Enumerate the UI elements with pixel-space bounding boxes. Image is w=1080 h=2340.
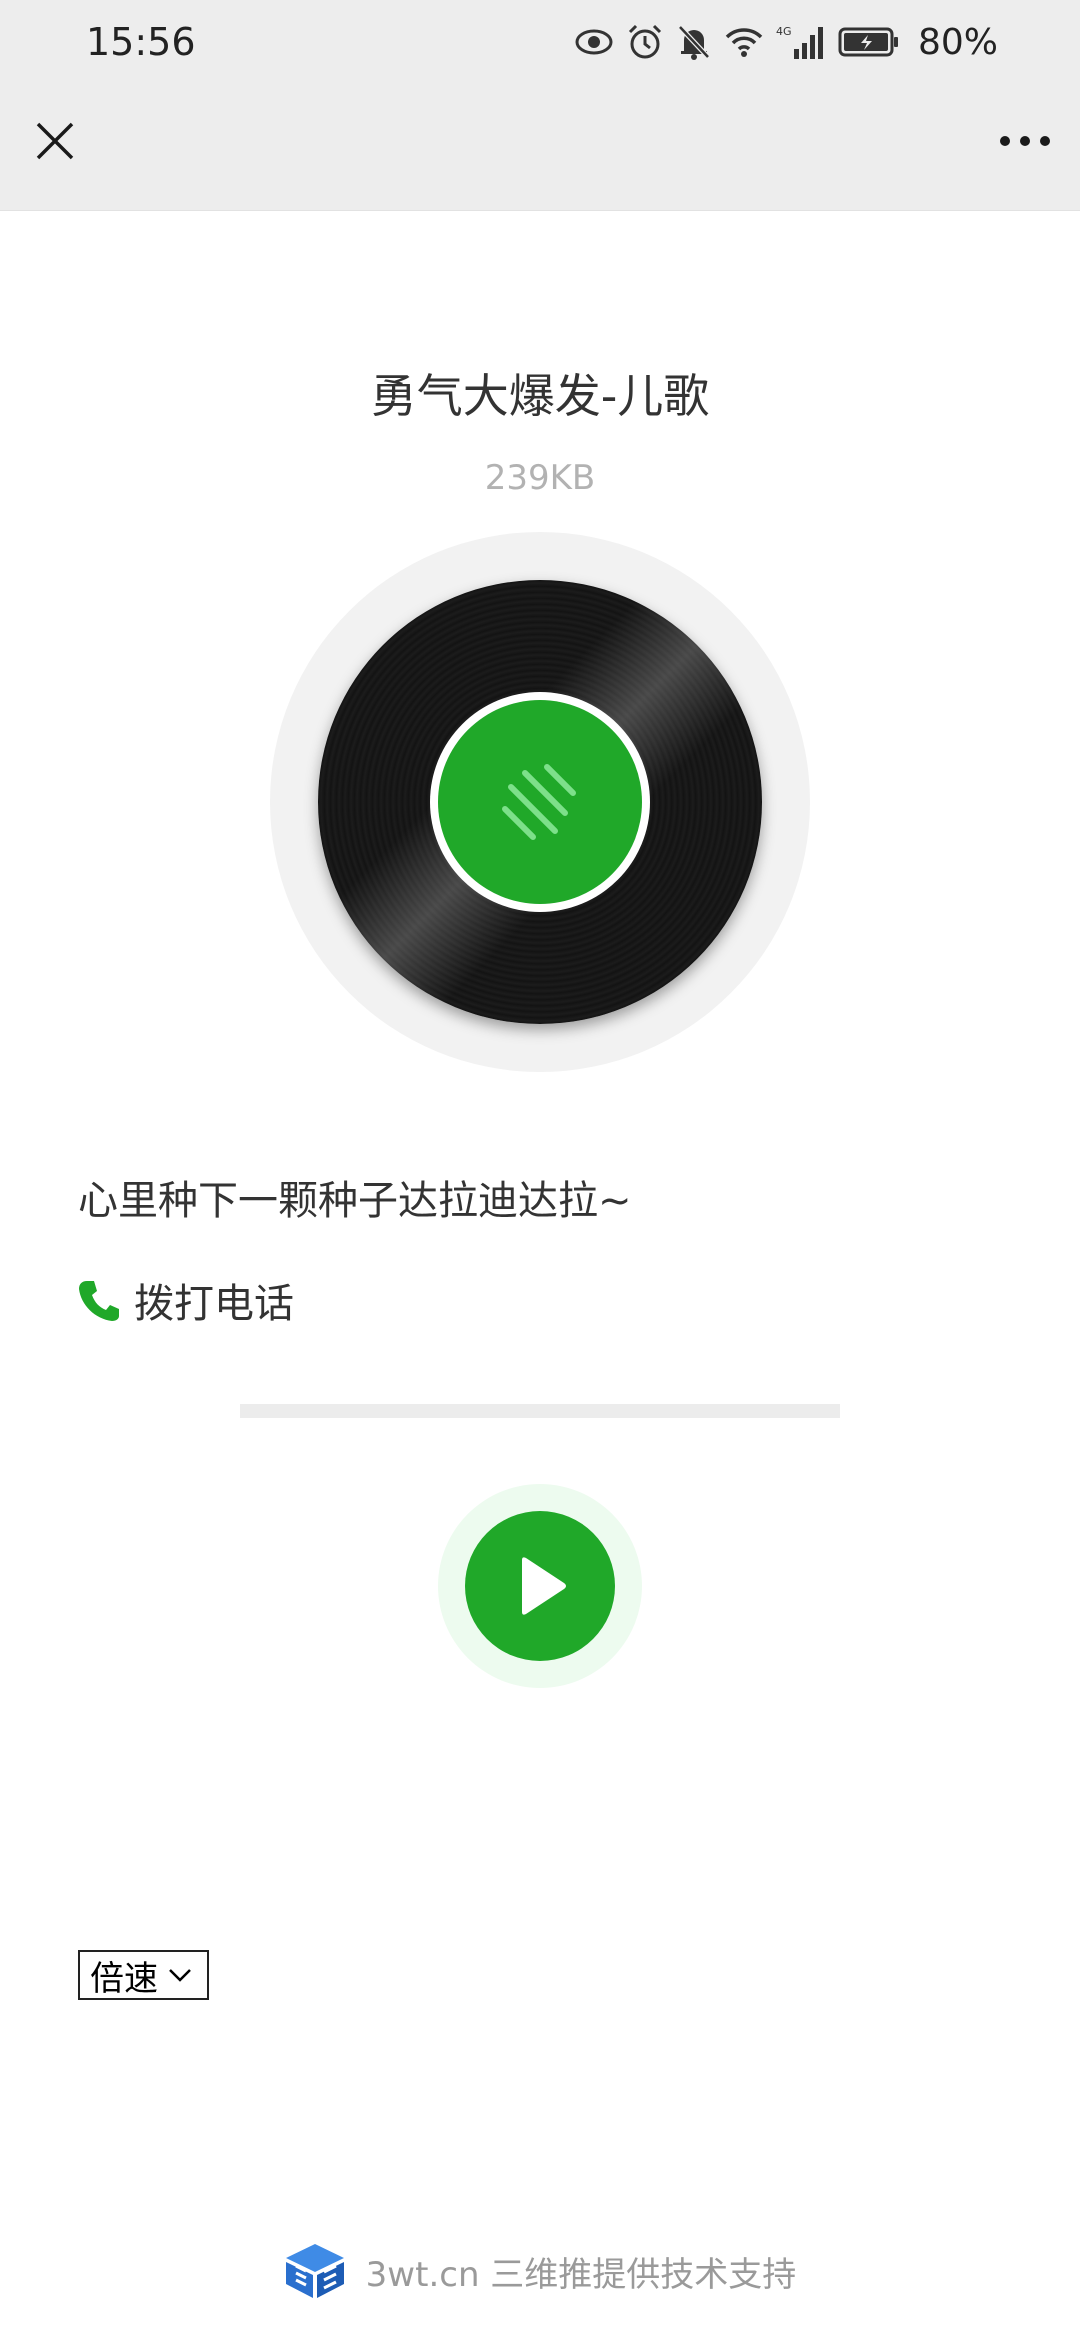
vinyl-record [318,580,762,1024]
audio-size: 239KB [484,458,596,498]
battery-icon [838,22,900,62]
cellular-4g-icon: 4G [776,22,826,62]
speed-select[interactable]: 倍速 [78,1950,209,2000]
play-button[interactable] [465,1511,615,1661]
audio-title: 勇气大爆发-儿歌 [370,369,710,423]
record-disc-container [270,532,810,1072]
nav-bar [0,84,1080,211]
record-label [430,692,650,912]
more-button[interactable] [990,106,1060,176]
play-icon [522,1557,566,1615]
music-wave-icon [502,764,576,840]
footer-text: 3wt.cn 三维推提供技术支持 [365,2254,797,2295]
eye-icon [574,22,614,62]
status-time: 15:56 [86,20,196,64]
status-bar: 15:56 4G 80% [0,0,1080,84]
call-label: 拨打电话 [134,1281,294,1327]
close-icon [36,122,74,160]
call-phone-link[interactable]: 拨打电话 [78,1270,294,1330]
speed-label: 倍速 [90,1958,158,1999]
play-button-halo [438,1484,642,1688]
record-center [438,700,642,904]
battery-percent: 80% [917,21,998,63]
bell-off-icon [676,22,712,62]
phone-icon [79,1281,119,1321]
3wt-logo-icon [285,2244,344,2298]
wifi-icon [724,22,764,62]
more-icon [1000,136,1050,146]
footer: 3wt.cn 三维推提供技术支持 [0,2238,1080,2304]
progress-bar[interactable] [240,1404,840,1418]
close-button[interactable] [20,106,90,176]
svg-text:4G: 4G [776,25,792,38]
status-icons: 4G 80% [574,18,998,66]
audio-description: 心里种下一颗种子达拉迪达拉~ [78,1178,632,1224]
alarm-icon [626,22,664,62]
chevron-down-icon [169,1969,191,1982]
